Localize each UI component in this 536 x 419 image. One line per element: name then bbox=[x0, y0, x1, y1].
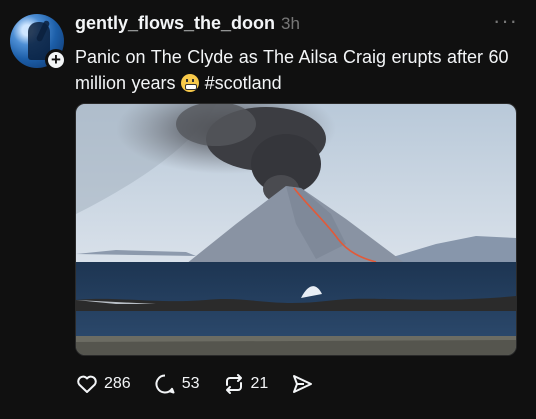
comment-icon bbox=[155, 374, 175, 394]
follow-plus-icon[interactable]: + bbox=[45, 49, 67, 71]
send-icon bbox=[293, 375, 313, 393]
share-button[interactable] bbox=[290, 372, 314, 396]
repost-icon bbox=[225, 374, 242, 394]
grimacing-face-icon bbox=[181, 74, 200, 92]
volcano-photo bbox=[76, 104, 516, 355]
action-bar: 286 53 21 bbox=[75, 372, 336, 396]
post-header: gently_flows_the_doon 3h bbox=[75, 13, 300, 34]
like-count: 286 bbox=[104, 375, 131, 392]
comment-button[interactable]: 53 bbox=[153, 372, 200, 396]
more-options-icon[interactable]: ··· bbox=[493, 10, 518, 32]
hashtag-link[interactable]: #scotland bbox=[205, 73, 282, 93]
username[interactable]: gently_flows_the_doon bbox=[75, 13, 275, 34]
repost-count: 21 bbox=[250, 375, 269, 392]
heart-icon bbox=[77, 375, 97, 393]
like-button[interactable]: 286 bbox=[75, 372, 131, 396]
repost-button[interactable]: 21 bbox=[222, 372, 269, 396]
comment-count: 53 bbox=[181, 375, 200, 392]
timestamp[interactable]: 3h bbox=[281, 14, 300, 34]
post-caption: Panic on The Clyde as The Ailsa Craig er… bbox=[75, 44, 530, 96]
post-image[interactable] bbox=[75, 103, 517, 356]
caption-text: Panic on The Clyde as The Ailsa Craig er… bbox=[75, 47, 509, 93]
